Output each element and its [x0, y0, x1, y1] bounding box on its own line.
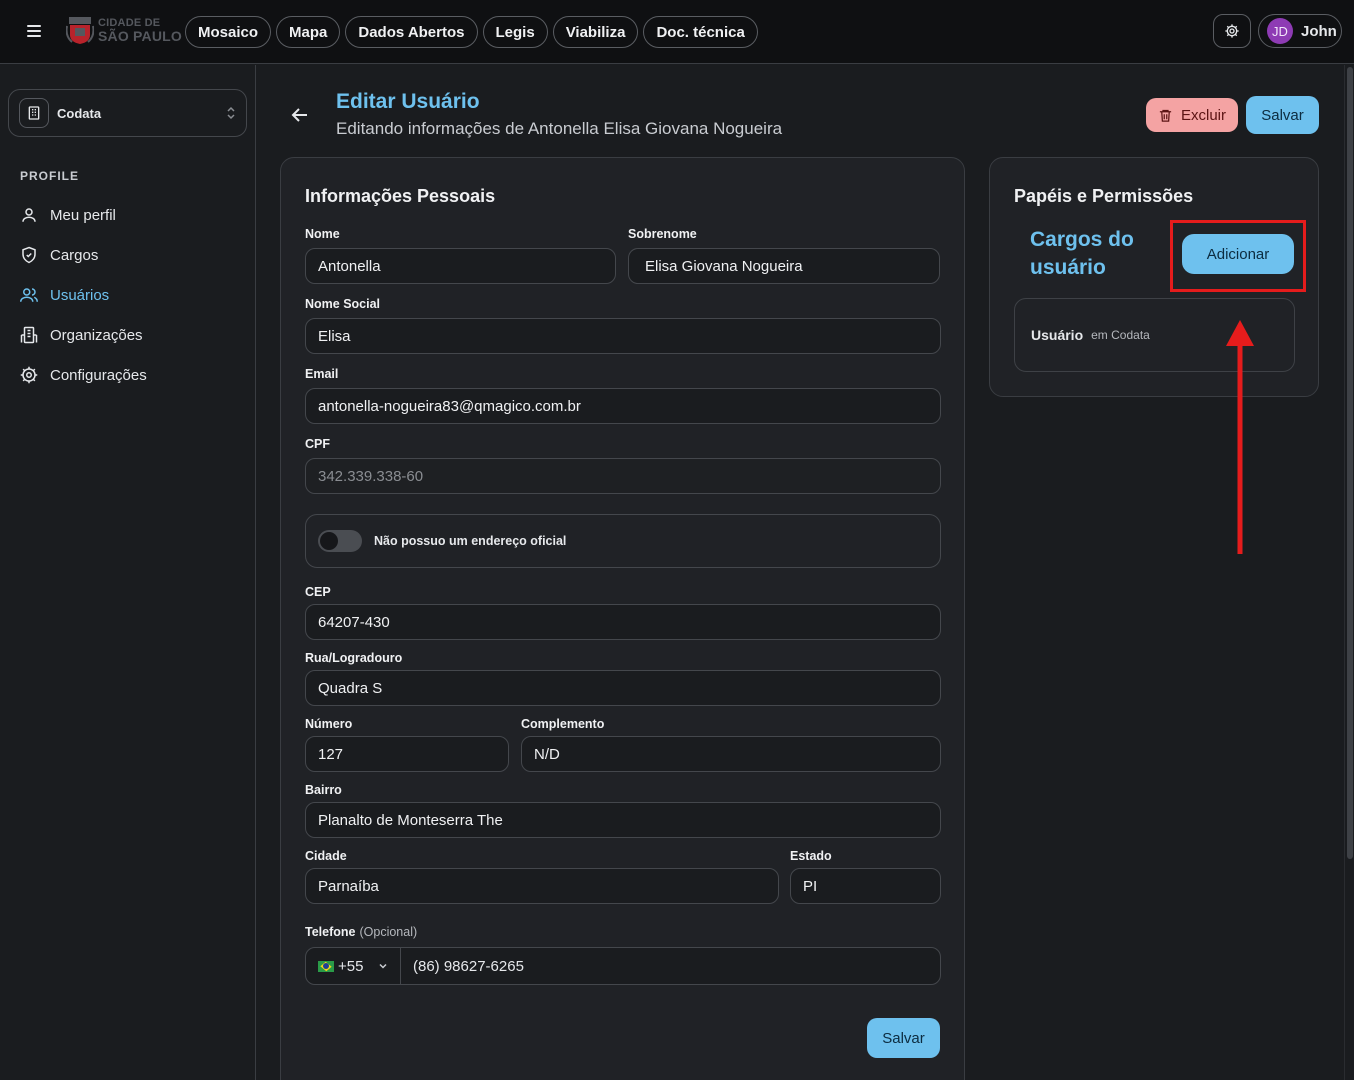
user-menu-button[interactable]: JD John — [1258, 14, 1342, 48]
nome-social-field[interactable]: Elisa — [305, 318, 941, 354]
nav-mapa[interactable]: Mapa — [276, 16, 341, 48]
sidebar-nav: Meu perfil Cargos Usuários Organizações — [20, 195, 147, 395]
city-seal-icon — [66, 17, 94, 44]
cidade-label: Cidade — [305, 849, 347, 863]
user-icon — [22, 208, 36, 222]
page-title: Editar Usuário — [336, 90, 480, 113]
cidade-field[interactable]: Parnaíba — [305, 868, 779, 904]
sidebar-item-configuracoes[interactable]: Configurações — [20, 355, 147, 395]
page-subtitle: Editando informações de Antonella Elisa … — [336, 119, 783, 138]
bairro-field[interactable]: Planalto de Monteserra The — [305, 802, 941, 838]
email-label: Email — [305, 367, 339, 381]
cpf-label: CPF — [305, 437, 330, 451]
no-address-toggle-row: Não possuo um endereço oficial — [305, 514, 941, 568]
org-name: Codata — [57, 105, 102, 121]
nav-legis[interactable]: Legis — [482, 16, 548, 48]
sobrenome-field[interactable]: Elisa Giovana Nogueira — [628, 248, 940, 284]
sobrenome-label: Sobrenome — [628, 227, 697, 241]
brazil-flag-icon — [318, 960, 334, 972]
sidebar-item-organizacoes[interactable]: Organizações — [20, 315, 147, 355]
chevron-down-icon — [379, 963, 387, 969]
city-logo[interactable]: CIDADE DE SÃO PAULO — [66, 14, 182, 46]
gear-icon — [20, 366, 38, 384]
page-scrollbar[interactable] — [1344, 65, 1354, 1080]
roles-subtitle-line1: Cargos do — [1030, 228, 1134, 251]
sidebar-item-label: Meu perfil — [50, 206, 116, 224]
nome-social-label: Nome Social — [305, 297, 381, 311]
complemento-label: Complemento — [521, 717, 605, 731]
cep-label: CEP — [305, 585, 331, 599]
save-button-top[interactable]: Salvar — [1246, 96, 1319, 134]
annotation-highlight-box — [1170, 220, 1306, 292]
estado-field[interactable]: PI — [790, 868, 941, 904]
phone-number-input[interactable]: (86) 98627-6265 — [401, 948, 940, 984]
country-code: +55 — [338, 957, 364, 975]
personal-info-card: Informações Pessoais Nome Antonella Sobr… — [280, 157, 965, 1080]
country-code-select[interactable]: +55 — [306, 948, 401, 984]
personal-info-title: Informações Pessoais — [305, 186, 496, 206]
city-logo-text: CIDADE DE SÃO PAULO — [98, 16, 182, 44]
complemento-field[interactable]: N/D — [521, 736, 941, 772]
roles-card: Papéis e Permissões Cargos do usuário Ad… — [989, 157, 1319, 397]
settings-button[interactable] — [1213, 14, 1251, 48]
delete-label: Excluir — [1180, 106, 1226, 124]
org-selector[interactable]: Codata — [8, 89, 247, 137]
rua-field[interactable]: Quadra S — [305, 670, 941, 706]
sidebar-item-meu-perfil[interactable]: Meu perfil — [20, 195, 147, 235]
delete-button[interactable]: Excluir — [1146, 98, 1238, 132]
building-icon — [19, 98, 49, 128]
roles-subtitle: Cargos do usuário — [1030, 226, 1134, 282]
sidebar-section-title: PROFILE — [20, 169, 80, 183]
telefone-label-text: Telefone — [305, 925, 356, 939]
cep-field[interactable]: 64207-430 — [305, 604, 941, 640]
sidebar: Codata PROFILE Meu perfil Cargos Usuário… — [0, 65, 256, 1080]
estado-label: Estado — [790, 849, 832, 863]
phone-field: +55 (86) 98627-6265 — [305, 947, 941, 985]
telefone-label: Telefone (Opcional) — [305, 925, 417, 939]
email-field[interactable]: antonella-nogueira83@qmagico.com.br — [305, 388, 941, 424]
annotation-arrow-icon — [1226, 320, 1254, 554]
nav-mosaico[interactable]: Mosaico — [185, 16, 272, 48]
nav-dados-abertos[interactable]: Dados Abertos — [345, 16, 478, 48]
scrollbar-thumb[interactable] — [1347, 67, 1353, 859]
trash-icon — [1159, 109, 1172, 122]
sidebar-item-label: Usuários — [50, 286, 110, 304]
chevron-up-down-icon — [227, 106, 235, 120]
roles-subtitle-line2: usuário — [1030, 256, 1106, 279]
menu-icon[interactable] — [22, 22, 46, 42]
no-address-switch[interactable] — [318, 530, 362, 552]
sidebar-item-usuarios[interactable]: Usuários — [20, 275, 147, 315]
nav-viabiliza[interactable]: Viabiliza — [552, 16, 639, 48]
nome-field[interactable]: Antonella — [305, 248, 616, 284]
no-address-label: Não possuo um endereço oficial — [374, 534, 567, 548]
cpf-field: 342.339.338-60 — [305, 458, 941, 494]
top-bar: CIDADE DE SÃO PAULO Mosaico Mapa Dados A… — [0, 0, 1354, 64]
save-button-bottom[interactable]: Salvar — [867, 1018, 940, 1058]
role-org: em Codata — [1091, 328, 1150, 342]
telefone-optional: (Opcional) — [359, 925, 418, 939]
avatar: JD — [1267, 18, 1293, 44]
numero-field[interactable]: 127 — [305, 736, 509, 772]
sidebar-item-cargos[interactable]: Cargos — [20, 235, 147, 275]
building-icon — [20, 326, 38, 344]
bairro-label: Bairro — [305, 783, 342, 797]
back-arrow-icon[interactable] — [288, 103, 312, 127]
sidebar-item-label: Organizações — [50, 326, 143, 344]
rua-label: Rua/Logradouro — [305, 651, 403, 665]
nav-doc-tecnica[interactable]: Doc. técnica — [643, 16, 758, 48]
roles-title: Papéis e Permissões — [1014, 186, 1194, 206]
users-icon — [20, 288, 38, 302]
top-nav: Mosaico Mapa Dados Abertos Legis Viabili… — [185, 16, 758, 48]
sidebar-item-label: Cargos — [50, 246, 99, 264]
nome-label: Nome — [305, 227, 340, 241]
user-name: John — [1301, 22, 1337, 40]
numero-label: Número — [305, 717, 353, 731]
role-name: Usuário — [1031, 327, 1084, 343]
sidebar-item-label: Configurações — [50, 366, 147, 384]
gear-icon — [1225, 24, 1239, 38]
shield-icon — [22, 246, 36, 264]
